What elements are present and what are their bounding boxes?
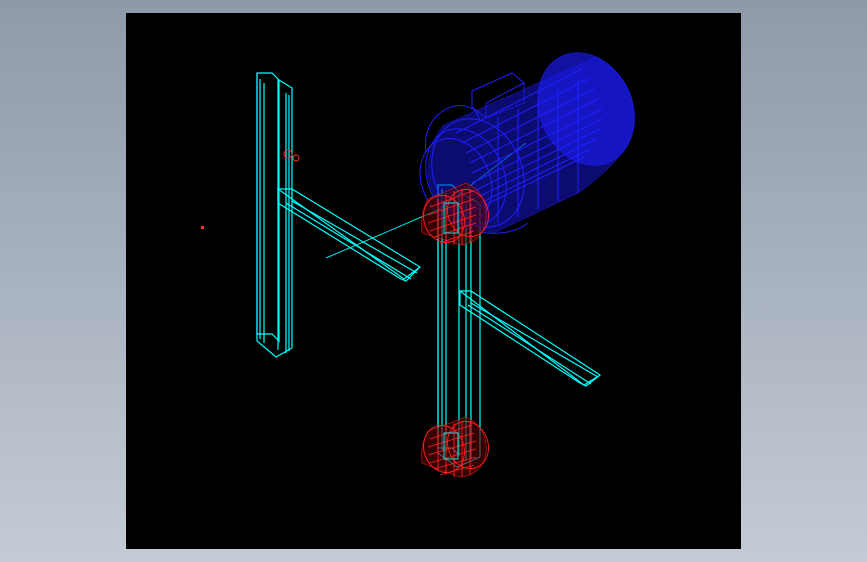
right-diagonal-arm [458,290,602,387]
left-channel-post [256,72,293,358]
left-diagonal-arm [276,188,422,282]
origin-marker [201,226,204,229]
bottom-bearing [421,416,489,478]
cad-drawing [201,52,635,478]
cad-viewport[interactable] [126,13,741,549]
